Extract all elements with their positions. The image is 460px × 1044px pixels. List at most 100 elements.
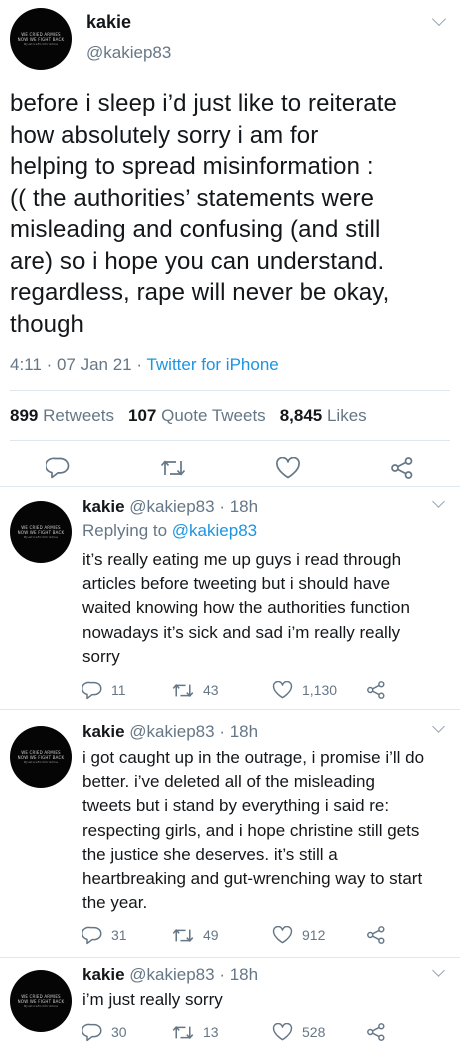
reply-count: 11	[111, 682, 126, 698]
replying-to: Replying to @kakiep83	[82, 521, 257, 541]
tweet-text: before i sleep i’d just like to reiterat…	[10, 88, 450, 340]
reply-icon	[82, 926, 102, 944]
retweets-count: 899	[10, 406, 39, 425]
retweet-action[interactable]: 13	[172, 1020, 219, 1044]
tweet-text-line: it’s really eating me up guys i read thr…	[82, 550, 402, 569]
tweet-source-link[interactable]: Twitter for iPhone	[146, 355, 278, 374]
tweet-text-line: misleading and confusing (and still	[10, 216, 381, 243]
heart-icon	[272, 926, 293, 944]
like-action[interactable]: 528	[272, 1020, 325, 1044]
reply-action[interactable]: 31	[82, 923, 127, 947]
retweets-stat[interactable]: 899 Retweets	[10, 406, 114, 425]
tweet-text-line: nowadays it’s sick and sad i’m really re…	[82, 622, 401, 642]
heart-icon[interactable]	[275, 457, 301, 479]
reply-action[interactable]: 30	[82, 1020, 127, 1044]
likes-stat[interactable]: 8,845 Likes	[280, 406, 367, 425]
retweets-label: Retweets	[43, 406, 114, 425]
reply-action[interactable]: 11	[82, 678, 126, 702]
avatar-text: #JusticeForChristine	[23, 535, 59, 539]
meta-separator: ·	[219, 965, 230, 984]
heart-icon	[272, 1023, 293, 1041]
like-action[interactable]: 912	[272, 923, 325, 947]
avatar-text: #JusticeForChristine	[23, 42, 59, 46]
avatar[interactable]: WE CRIED ARMIES NOW WE FIGHT BACK #Justi…	[10, 8, 72, 70]
tweet-text-line: articles before tweeting but i should ha…	[82, 574, 391, 594]
chevron-down-icon[interactable]	[432, 964, 445, 977]
retweet-action[interactable]: 49	[172, 923, 219, 947]
like-action[interactable]: 1,130	[272, 678, 337, 702]
share-icon[interactable]	[390, 457, 414, 479]
mention-link[interactable]: @kakiep83	[172, 521, 257, 540]
reply-icon	[82, 1023, 102, 1041]
tweet-text-line: the justice she deserves. it’s still a	[82, 844, 338, 864]
avatar[interactable]: WE CRIED ARMIES NOW WE FIGHT BACK #Justi…	[10, 726, 72, 788]
heart-icon	[272, 681, 293, 699]
tweet-actions	[0, 451, 460, 483]
retweet-icon	[172, 1025, 194, 1039]
divider	[10, 390, 450, 391]
tweet-text-line: are) so i hope you can understand.	[10, 247, 385, 275]
like-count: 528	[302, 1024, 326, 1040]
chevron-down-icon[interactable]	[432, 495, 445, 508]
reply-tweet[interactable]: WE CRIED ARMIES NOW WE FIGHT BACK #Justi…	[0, 960, 460, 1044]
tweet-actions: 30 13 528	[82, 1020, 412, 1044]
user-handle[interactable]: @kakiep83	[86, 43, 171, 63]
tweet-text-line: tweets but i stand by everything i said …	[82, 796, 390, 816]
tweet-text-line: sorry	[82, 646, 120, 666]
user-handle[interactable]: @kakiep83	[129, 722, 214, 741]
reply-count: 30	[111, 1024, 127, 1040]
tweet-actions: 31 49 912	[82, 923, 412, 947]
share-icon	[367, 1023, 385, 1041]
display-name[interactable]: kakie	[86, 12, 131, 33]
reply-tweet[interactable]: WE CRIED ARMIES NOW WE FIGHT BACK #Justi…	[0, 712, 460, 958]
quote-tweets-stat[interactable]: 107 Quote Tweets	[128, 406, 266, 425]
tweet-text-line: how absolutely sorry i am for	[10, 121, 319, 149]
reply-header: kakie @kakiep83 · 18h	[82, 965, 258, 985]
tweet-text-line: regardless, rape will never be okay,	[10, 279, 390, 306]
reply-tweet[interactable]: WE CRIED ARMIES NOW WE FIGHT BACK #Justi…	[0, 487, 460, 710]
tweet-date: 07 Jan 21	[56, 355, 132, 374]
tweet-text-line: better. i’ve deleted all of the misleadi…	[82, 772, 375, 792]
reply-count: 31	[111, 927, 127, 943]
chevron-down-icon[interactable]	[432, 720, 445, 733]
tweet-text-line: respecting girls, and i hope christine s…	[82, 820, 420, 840]
avatar[interactable]: WE CRIED ARMIES NOW WE FIGHT BACK #Justi…	[10, 501, 72, 563]
replying-to-label: Replying to	[82, 521, 168, 540]
retweet-icon	[172, 683, 194, 697]
avatar[interactable]: WE CRIED ARMIES NOW WE FIGHT BACK #Justi…	[10, 970, 72, 1032]
tweet-text-line: the year.	[82, 893, 148, 913]
display-name[interactable]: kakie	[82, 722, 125, 741]
meta-separator: ·	[219, 722, 230, 741]
tweet-text-line: (( the authorities’ statements were	[10, 184, 375, 212]
tweet-age: 18h	[229, 965, 259, 984]
like-count: 1,130	[302, 682, 338, 698]
reply-icon[interactable]	[46, 457, 70, 479]
tweet-age: 18h	[229, 722, 259, 741]
user-handle[interactable]: @kakiep83	[129, 965, 214, 984]
meta-separator: ·	[46, 355, 57, 374]
retweet-icon[interactable]	[160, 458, 186, 478]
engagement-stats: 899 Retweets 107 Quote Tweets 8,845 Likes	[10, 406, 367, 426]
retweet-icon	[172, 928, 194, 942]
user-handle[interactable]: @kakiep83	[129, 497, 214, 516]
retweet-action[interactable]: 43	[172, 678, 219, 702]
share-action[interactable]	[366, 1020, 386, 1044]
reply-header: kakie @kakiep83 · 18h	[82, 722, 258, 742]
reply-icon	[82, 681, 102, 699]
tweet-text-line: i’m just really sorry	[82, 990, 223, 1009]
tweet-text-line: before i sleep i’d just like to reiterat…	[10, 90, 397, 117]
chevron-down-icon[interactable]	[431, 11, 447, 27]
reply-header: kakie @kakiep83 · 18h	[82, 497, 258, 517]
display-name[interactable]: kakie	[82, 497, 125, 516]
tweet-text-line: though	[10, 310, 85, 338]
tweet-text-line: waited knowing how the authorities funct…	[82, 598, 410, 618]
tweet-actions: 11 43 1,130	[82, 678, 412, 702]
like-count: 912	[302, 927, 326, 943]
share-action[interactable]	[366, 923, 386, 947]
share-action[interactable]	[366, 678, 386, 702]
tweet-thread: WE CRIED ARMIES NOW WE FIGHT BACK #Justi…	[0, 0, 460, 1044]
share-icon	[367, 681, 385, 699]
display-name[interactable]: kakie	[82, 965, 125, 984]
main-tweet[interactable]: WE CRIED ARMIES NOW WE FIGHT BACK #Justi…	[0, 0, 460, 487]
tweet-meta: 4:11 · 07 Jan 21 · Twitter for iPhone	[10, 355, 279, 375]
